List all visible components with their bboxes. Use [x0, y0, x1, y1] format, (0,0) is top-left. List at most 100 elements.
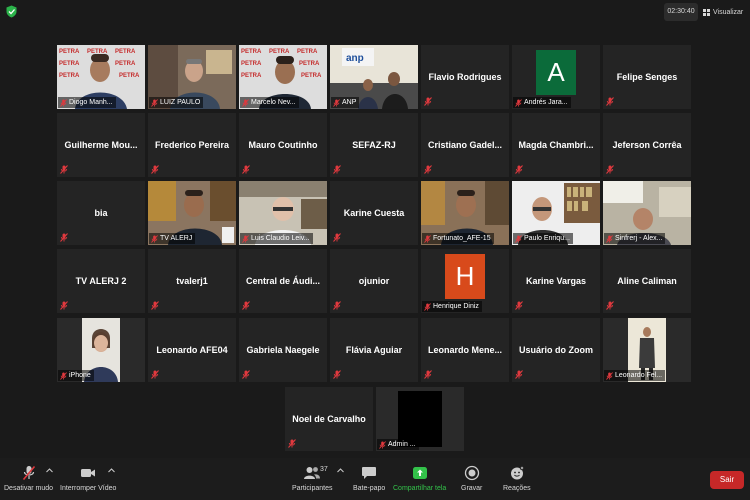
svg-text:PETRA: PETRA — [301, 73, 322, 79]
participant-tile[interactable]: Cristiano Gadel... — [421, 113, 509, 177]
muted-mic-icon — [606, 97, 614, 106]
participant-tile[interactable]: Frederico Pereira — [148, 113, 236, 177]
muted-mic-icon — [606, 235, 613, 243]
participant-name: Noel de Carvalho — [292, 414, 366, 424]
participant-name: Central de Áudi... — [245, 276, 320, 286]
muted-mic-icon — [424, 165, 432, 174]
chat-button[interactable]: Bate-papo — [353, 465, 385, 492]
participant-tile[interactable]: tvalerj1 — [148, 249, 236, 313]
participant-tile[interactable]: LUIZ PAULO — [148, 45, 236, 109]
participant-tile[interactable]: Noel de Carvalho — [285, 387, 373, 451]
participant-tile[interactable]: Aline Caliman — [603, 249, 691, 313]
security-shield-icon[interactable] — [6, 5, 17, 18]
participant-tile[interactable]: Guilherme Mou... — [57, 113, 145, 177]
muted-mic-icon — [333, 370, 341, 379]
participant-tile[interactable]: Leonardo Mene... — [421, 318, 509, 382]
microphone-muted-icon — [22, 465, 35, 481]
muted-mic-icon — [424, 97, 432, 106]
participant-avatar: A — [536, 50, 576, 95]
muted-mic-icon — [606, 301, 614, 310]
participant-tile[interactable]: Fortunato_AFE-15 — [421, 181, 509, 245]
video-options-caret-icon[interactable] — [108, 468, 115, 473]
avatar-initial: H — [455, 261, 475, 291]
participant-tile[interactable]: PETRA PETRA PETRA PETRA PETRA PETRA PETRA Di… — [57, 45, 145, 109]
muted-mic-icon — [424, 235, 431, 243]
participant-tile[interactable]: Gabriela Naegele — [239, 318, 327, 382]
muted-mic-icon — [379, 441, 386, 449]
muted-mic-icon — [60, 233, 68, 242]
participant-tile[interactable]: Paulo Enriqu... — [512, 181, 600, 245]
svg-text:PETRA: PETRA — [115, 49, 136, 55]
participant-tile[interactable]: Sinfrerj - Alex... — [603, 181, 691, 245]
muted-mic-icon — [242, 99, 249, 107]
share-screen-button[interactable]: Compartilhar tela — [393, 465, 446, 492]
participant-name: Flávia Aguiar — [345, 345, 403, 355]
svg-text:PETRA: PETRA — [59, 73, 80, 79]
meeting-toolbar: Desativar mudo Interromper Vídeo Partici… — [0, 458, 750, 500]
participant-tile[interactable]: PETRA PETRA PETRA PETRA PETRA PETRA PETRA Ma… — [239, 45, 327, 109]
muted-mic-icon — [151, 235, 158, 243]
reactions-smiley-icon — [510, 465, 525, 480]
participant-name: Guilherme Mou... — [64, 140, 138, 150]
muted-mic-icon — [333, 233, 341, 242]
audio-options-caret-icon[interactable] — [46, 468, 53, 473]
avatar-initial: A — [547, 57, 565, 87]
reactions-button[interactable]: Reações — [503, 465, 531, 492]
participants-options-caret-icon[interactable] — [337, 468, 344, 473]
muted-mic-icon — [242, 165, 250, 174]
participant-tile[interactable]: Magda Chambri... — [512, 113, 600, 177]
participant-tile[interactable]: Karine Vargas — [512, 249, 600, 313]
muted-mic-icon — [515, 370, 523, 379]
participant-name: Leonardo AFE04 — [156, 345, 228, 355]
participant-tile[interactable]: iPhone — [57, 318, 145, 382]
chat-label: Bate-papo — [353, 485, 386, 492]
participant-tile[interactable]: bia — [57, 181, 145, 245]
participant-tile[interactable]: A Andrés Jara... — [512, 45, 600, 109]
participant-name: TV ALERJ 2 — [75, 276, 127, 286]
muted-mic-icon — [515, 235, 522, 243]
participant-tile[interactable]: Usuário do Zoom — [512, 318, 600, 382]
muted-mic-icon — [333, 99, 340, 107]
participant-name: Cristiano Gadel... — [427, 140, 503, 150]
svg-text:PETRA: PETRA — [59, 61, 80, 67]
participant-tile[interactable]: anp ANP — [330, 45, 418, 109]
participant-name: Frederico Pereira — [154, 140, 230, 150]
participant-tile[interactable]: ojunior — [330, 249, 418, 313]
participant-tile[interactable]: Flávia Aguiar — [330, 318, 418, 382]
participant-name: Magda Chambri... — [518, 140, 594, 150]
participant-tile[interactable]: TV ALERJ 2 — [57, 249, 145, 313]
view-button[interactable]: Visualizar — [703, 5, 743, 19]
participant-tile[interactable]: Admin ... — [376, 387, 464, 451]
muted-mic-icon — [151, 165, 159, 174]
stop-video-label: Interromper Vídeo — [60, 485, 117, 492]
participant-name: Felipe Senges — [616, 72, 678, 82]
muted-mic-icon — [151, 370, 159, 379]
participant-tile[interactable]: TV ALERJ — [148, 181, 236, 245]
leave-button[interactable]: Sair — [710, 471, 744, 489]
muted-mic-icon — [242, 235, 249, 243]
participant-tile[interactable]: Central de Áudi... — [239, 249, 327, 313]
participant-tile[interactable]: Mauro Coutinho — [239, 113, 327, 177]
participant-name: Karine Cuesta — [343, 208, 405, 218]
participant-name: tvalerj1 — [176, 276, 208, 286]
view-label: Visualizar — [713, 8, 744, 16]
participant-tile[interactable]: Felipe Senges — [603, 45, 691, 109]
participant-tile[interactable]: Leonardo AFE04 — [148, 318, 236, 382]
record-button[interactable]: Gravar — [461, 465, 482, 492]
muted-mic-icon — [515, 99, 522, 107]
participant-tile[interactable]: Luis Claudio Leiv... — [239, 181, 327, 245]
participant-name: Mauro Coutinho — [248, 140, 318, 150]
muted-mic-icon — [515, 165, 523, 174]
muted-mic-icon — [242, 301, 250, 310]
participant-tile[interactable]: Jeferson Corrêa — [603, 113, 691, 177]
participant-name: SEFAZ-RJ — [352, 140, 396, 150]
participant-tile[interactable]: Karine Cuesta — [330, 181, 418, 245]
participant-tile[interactable]: SEFAZ-RJ — [330, 113, 418, 177]
participant-tile[interactable]: Leonardo Fel... — [603, 318, 691, 382]
video-camera-icon — [81, 469, 96, 477]
share-screen-label: Compartilhar tela — [393, 485, 447, 492]
svg-text:PETRA: PETRA — [59, 49, 80, 55]
participant-tile[interactable]: Flavio Rodrigues — [421, 45, 509, 109]
grid-view-icon — [703, 8, 710, 16]
participant-tile[interactable]: H Henrique Diniz — [421, 249, 509, 313]
